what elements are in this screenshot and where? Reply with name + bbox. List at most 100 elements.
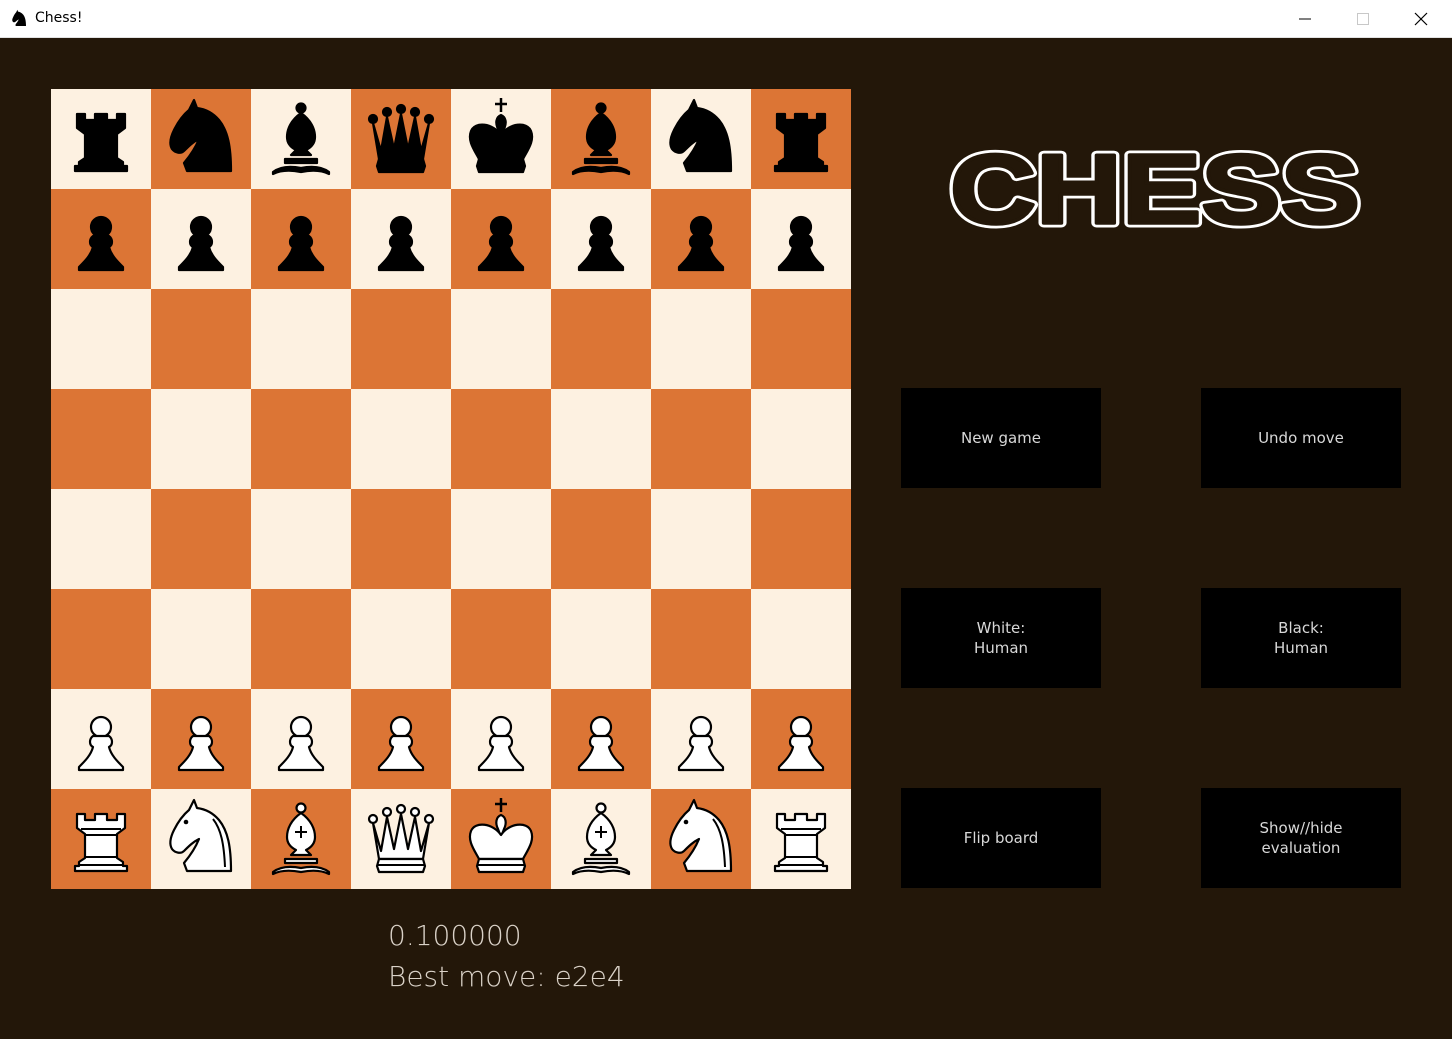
square-f1[interactable]: .detail{stroke:#000000;stroke-width:2;fi… <box>551 789 651 889</box>
square-d6[interactable] <box>351 289 451 389</box>
show-hide-evaluation-button[interactable]: Show//hide evaluation <box>1201 788 1401 888</box>
square-e1[interactable]: .detail{stroke:#000000;stroke-width:2;fi… <box>451 789 551 889</box>
white-rook-icon[interactable]: .detail{stroke:#000000;stroke-width:2;fi… <box>51 789 151 889</box>
square-b7[interactable]: .detail{stroke:#ffffff;stroke-width:2;fi… <box>151 189 251 289</box>
square-g4[interactable] <box>651 489 751 589</box>
square-e4[interactable] <box>451 489 551 589</box>
square-g3[interactable] <box>651 589 751 689</box>
square-h4[interactable] <box>751 489 851 589</box>
black-pawn-icon[interactable]: .detail{stroke:#ffffff;stroke-width:2;fi… <box>451 189 551 289</box>
black-pawn-icon[interactable]: .detail{stroke:#ffffff;stroke-width:2;fi… <box>651 189 751 289</box>
square-f7[interactable]: .detail{stroke:#ffffff;stroke-width:2;fi… <box>551 189 651 289</box>
square-h3[interactable] <box>751 589 851 689</box>
square-f5[interactable] <box>551 389 651 489</box>
square-d3[interactable] <box>351 589 451 689</box>
square-e8[interactable]: .detail{stroke:#ffffff;stroke-width:2;fi… <box>451 89 551 189</box>
square-f3[interactable] <box>551 589 651 689</box>
square-g8[interactable]: .detail{stroke:#ffffff;stroke-width:2;fi… <box>651 89 751 189</box>
square-c8[interactable]: .detail{stroke:#ffffff;stroke-width:2;fi… <box>251 89 351 189</box>
close-button[interactable] <box>1392 0 1450 38</box>
square-d4[interactable] <box>351 489 451 589</box>
black-pawn-icon[interactable]: .detail{stroke:#ffffff;stroke-width:2;fi… <box>351 189 451 289</box>
white-player-button[interactable]: White: Human <box>901 588 1101 688</box>
black-king-icon[interactable]: .detail{stroke:#ffffff;stroke-width:2;fi… <box>451 89 551 189</box>
black-bishop-icon[interactable]: .detail{stroke:#ffffff;stroke-width:2;fi… <box>251 89 351 189</box>
black-pawn-icon[interactable]: .detail{stroke:#ffffff;stroke-width:2;fi… <box>251 189 351 289</box>
minimize-button[interactable] <box>1276 0 1334 38</box>
square-g1[interactable]: .detail{stroke:#000000;stroke-width:2;fi… <box>651 789 751 889</box>
square-h2[interactable]: .detail{stroke:#000000;stroke-width:2;fi… <box>751 689 851 789</box>
square-g7[interactable]: .detail{stroke:#ffffff;stroke-width:2;fi… <box>651 189 751 289</box>
white-queen-icon[interactable]: .detail{stroke:#000000;stroke-width:2;fi… <box>351 789 451 889</box>
maximize-button[interactable] <box>1334 0 1392 38</box>
white-pawn-icon[interactable]: .detail{stroke:#000000;stroke-width:2;fi… <box>651 689 751 789</box>
square-c1[interactable]: .detail{stroke:#000000;stroke-width:2;fi… <box>251 789 351 889</box>
chess-board[interactable]: .detail{stroke:#ffffff;stroke-width:2;fi… <box>51 89 851 889</box>
square-b6[interactable] <box>151 289 251 389</box>
square-c5[interactable] <box>251 389 351 489</box>
square-a2[interactable]: .detail{stroke:#000000;stroke-width:2;fi… <box>51 689 151 789</box>
white-pawn-icon[interactable]: .detail{stroke:#000000;stroke-width:2;fi… <box>51 689 151 789</box>
square-f8[interactable]: .detail{stroke:#ffffff;stroke-width:2;fi… <box>551 89 651 189</box>
square-g6[interactable] <box>651 289 751 389</box>
square-d5[interactable] <box>351 389 451 489</box>
white-pawn-icon[interactable]: .detail{stroke:#000000;stroke-width:2;fi… <box>151 689 251 789</box>
square-a5[interactable] <box>51 389 151 489</box>
black-pawn-icon[interactable]: .detail{stroke:#ffffff;stroke-width:2;fi… <box>151 189 251 289</box>
white-bishop-icon[interactable]: .detail{stroke:#000000;stroke-width:2;fi… <box>551 789 651 889</box>
white-rook-icon[interactable]: .detail{stroke:#000000;stroke-width:2;fi… <box>751 789 851 889</box>
square-b2[interactable]: .detail{stroke:#000000;stroke-width:2;fi… <box>151 689 251 789</box>
square-f4[interactable] <box>551 489 651 589</box>
black-pawn-icon[interactable]: .detail{stroke:#ffffff;stroke-width:2;fi… <box>751 189 851 289</box>
white-bishop-icon[interactable]: .detail{stroke:#000000;stroke-width:2;fi… <box>251 789 351 889</box>
black-rook-icon[interactable]: .detail{stroke:#ffffff;stroke-width:2;fi… <box>51 89 151 189</box>
new-game-button[interactable]: New game <box>901 388 1101 488</box>
white-pawn-icon[interactable]: .detail{stroke:#000000;stroke-width:2;fi… <box>751 689 851 789</box>
black-pawn-icon[interactable]: .detail{stroke:#ffffff;stroke-width:2;fi… <box>51 189 151 289</box>
black-knight-icon[interactable]: .detail{stroke:#ffffff;stroke-width:2;fi… <box>651 89 751 189</box>
white-knight-icon[interactable]: .detail{stroke:#000000;stroke-width:2;fi… <box>151 789 251 889</box>
square-e2[interactable]: .detail{stroke:#000000;stroke-width:2;fi… <box>451 689 551 789</box>
square-a4[interactable] <box>51 489 151 589</box>
square-e7[interactable]: .detail{stroke:#ffffff;stroke-width:2;fi… <box>451 189 551 289</box>
square-c4[interactable] <box>251 489 351 589</box>
black-bishop-icon[interactable]: .detail{stroke:#ffffff;stroke-width:2;fi… <box>551 89 651 189</box>
square-a3[interactable] <box>51 589 151 689</box>
square-c6[interactable] <box>251 289 351 389</box>
square-g2[interactable]: .detail{stroke:#000000;stroke-width:2;fi… <box>651 689 751 789</box>
square-c2[interactable]: .detail{stroke:#000000;stroke-width:2;fi… <box>251 689 351 789</box>
black-queen-icon[interactable]: .detail{stroke:#ffffff;stroke-width:2;fi… <box>351 89 451 189</box>
square-d8[interactable]: .detail{stroke:#ffffff;stroke-width:2;fi… <box>351 89 451 189</box>
square-c3[interactable] <box>251 589 351 689</box>
square-f6[interactable] <box>551 289 651 389</box>
square-a7[interactable]: .detail{stroke:#ffffff;stroke-width:2;fi… <box>51 189 151 289</box>
square-d7[interactable]: .detail{stroke:#ffffff;stroke-width:2;fi… <box>351 189 451 289</box>
square-a1[interactable]: .detail{stroke:#000000;stroke-width:2;fi… <box>51 789 151 889</box>
white-pawn-icon[interactable]: .detail{stroke:#000000;stroke-width:2;fi… <box>451 689 551 789</box>
square-f2[interactable]: .detail{stroke:#000000;stroke-width:2;fi… <box>551 689 651 789</box>
square-h7[interactable]: .detail{stroke:#ffffff;stroke-width:2;fi… <box>751 189 851 289</box>
square-d1[interactable]: .detail{stroke:#000000;stroke-width:2;fi… <box>351 789 451 889</box>
black-pawn-icon[interactable]: .detail{stroke:#ffffff;stroke-width:2;fi… <box>551 189 651 289</box>
square-h8[interactable]: .detail{stroke:#ffffff;stroke-width:2;fi… <box>751 89 851 189</box>
square-e6[interactable] <box>451 289 551 389</box>
square-h5[interactable] <box>751 389 851 489</box>
white-knight-icon[interactable]: .detail{stroke:#000000;stroke-width:2;fi… <box>651 789 751 889</box>
black-rook-icon[interactable]: .detail{stroke:#ffffff;stroke-width:2;fi… <box>751 89 851 189</box>
square-c7[interactable]: .detail{stroke:#ffffff;stroke-width:2;fi… <box>251 189 351 289</box>
square-b4[interactable] <box>151 489 251 589</box>
white-pawn-icon[interactable]: .detail{stroke:#000000;stroke-width:2;fi… <box>251 689 351 789</box>
black-player-button[interactable]: Black: Human <box>1201 588 1401 688</box>
square-h1[interactable]: .detail{stroke:#000000;stroke-width:2;fi… <box>751 789 851 889</box>
square-b8[interactable]: .detail{stroke:#ffffff;stroke-width:2;fi… <box>151 89 251 189</box>
white-king-icon[interactable]: .detail{stroke:#000000;stroke-width:2;fi… <box>451 789 551 889</box>
square-e3[interactable] <box>451 589 551 689</box>
square-h6[interactable] <box>751 289 851 389</box>
black-knight-icon[interactable]: .detail{stroke:#ffffff;stroke-width:2;fi… <box>151 89 251 189</box>
white-pawn-icon[interactable]: .detail{stroke:#000000;stroke-width:2;fi… <box>351 689 451 789</box>
square-a8[interactable]: .detail{stroke:#ffffff;stroke-width:2;fi… <box>51 89 151 189</box>
white-pawn-icon[interactable]: .detail{stroke:#000000;stroke-width:2;fi… <box>551 689 651 789</box>
square-a6[interactable] <box>51 289 151 389</box>
square-e5[interactable] <box>451 389 551 489</box>
square-g5[interactable] <box>651 389 751 489</box>
